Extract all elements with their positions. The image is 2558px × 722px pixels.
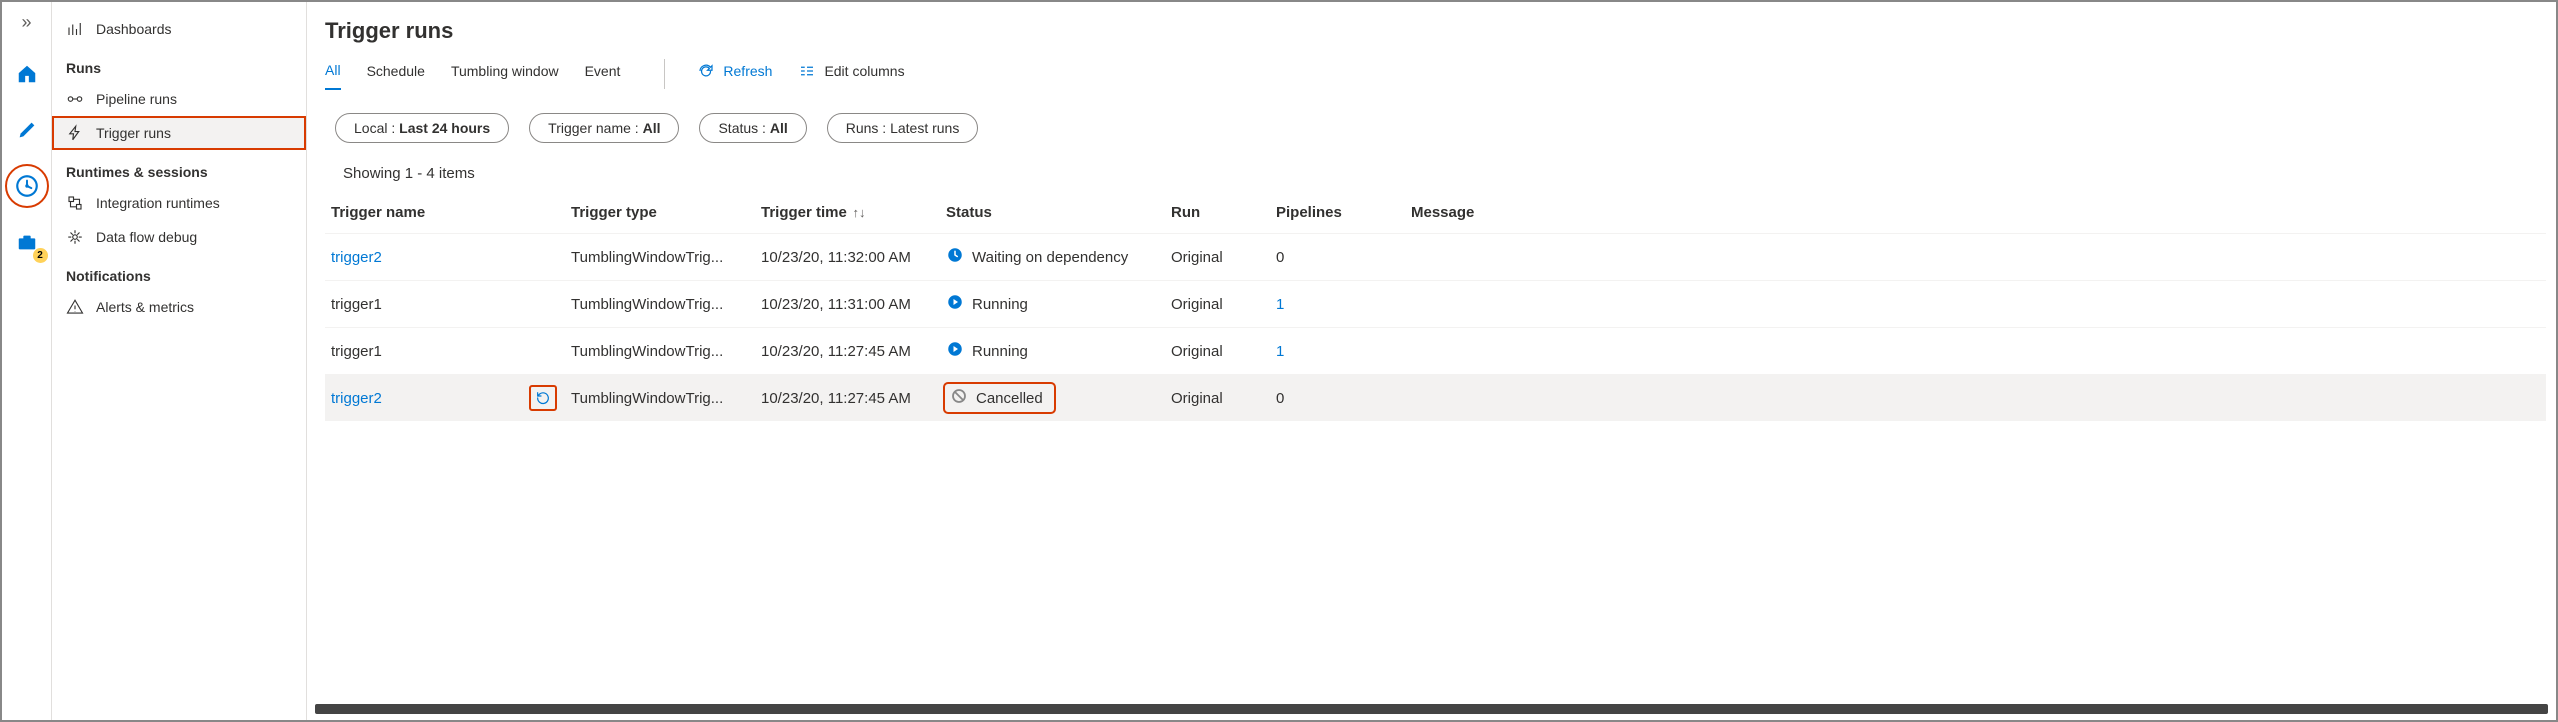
trigger-name-text: trigger1 xyxy=(331,343,382,360)
status-icon xyxy=(950,387,968,409)
page-title: Trigger runs xyxy=(325,8,2546,58)
monitor-icon[interactable] xyxy=(10,169,44,203)
pill-trigger-name[interactable]: Trigger name : All xyxy=(529,113,679,143)
sidebar-item-dataflow-debug[interactable]: Data flow debug xyxy=(52,220,306,254)
status-icon xyxy=(946,293,964,315)
status-text: Waiting on dependency xyxy=(972,249,1128,266)
trigger-time-text: 10/23/20, 11:27:45 AM xyxy=(761,343,946,360)
status-text: Running xyxy=(972,296,1028,313)
sidebar-group-notifications: Notifications xyxy=(52,254,306,290)
trigger-type-text: TumblingWindowTrig... xyxy=(571,296,761,313)
sort-icon: ↑↓ xyxy=(849,205,866,220)
col-header-type[interactable]: Trigger type xyxy=(571,204,761,221)
sidebar-item-integration-runtimes[interactable]: Integration runtimes xyxy=(52,186,306,220)
trigger-name-link[interactable]: trigger2 xyxy=(331,249,382,266)
status-cell: Cancelled xyxy=(946,385,1053,411)
trigger-name-text: trigger1 xyxy=(331,296,382,313)
pill-timerange[interactable]: Local : Last 24 hours xyxy=(335,113,509,143)
integration-icon xyxy=(66,194,84,212)
table-row[interactable]: trigger1 TumblingWindowTrig...10/23/20, 1… xyxy=(325,327,2546,374)
refresh-icon xyxy=(697,62,715,80)
pipelines-link[interactable]: 1 xyxy=(1276,343,1284,360)
run-text: Original xyxy=(1171,343,1276,360)
table-row[interactable]: trigger2 TumblingWindowTrig...10/23/20, 1… xyxy=(325,374,2546,421)
grid-header: Trigger name Trigger type Trigger time ↑… xyxy=(325,196,2546,233)
sidebar-label: Pipeline runs xyxy=(96,91,177,107)
sidebar-item-pipeline-runs[interactable]: Pipeline runs xyxy=(52,82,306,116)
rerun-button[interactable] xyxy=(529,385,557,411)
trigger-icon xyxy=(66,124,84,142)
dataflow-icon xyxy=(66,228,84,246)
sidebar-item-dashboards[interactable]: Dashboards xyxy=(52,12,306,46)
status-icon xyxy=(946,340,964,362)
edit-columns-label: Edit columns xyxy=(824,63,904,79)
tab-separator xyxy=(664,59,665,89)
trigger-type-text: TumblingWindowTrig... xyxy=(571,249,761,266)
col-header-time[interactable]: Trigger time ↑↓ xyxy=(761,204,946,221)
main-pane: Trigger runs All Schedule Tumbling windo… xyxy=(307,2,2556,720)
columns-icon xyxy=(798,62,816,80)
sidebar-item-trigger-runs[interactable]: Trigger runs xyxy=(52,116,306,150)
pill-status[interactable]: Status : All xyxy=(699,113,806,143)
filter-pills: Local : Last 24 hours Trigger name : All… xyxy=(325,91,2546,153)
trigger-time-text: 10/23/20, 11:27:45 AM xyxy=(761,390,946,407)
sidebar-group-runs: Runs xyxy=(52,46,306,82)
trigger-name-link[interactable]: trigger2 xyxy=(331,390,382,407)
manage-badge: 2 xyxy=(33,248,48,263)
status-cell: Running xyxy=(946,338,1034,364)
tab-event[interactable]: Event xyxy=(585,59,621,89)
pipelines-link[interactable]: 1 xyxy=(1276,296,1284,313)
status-text: Running xyxy=(972,343,1028,360)
run-text: Original xyxy=(1171,249,1276,266)
sidebar-label: Data flow debug xyxy=(96,229,197,245)
edit-columns-button[interactable]: Edit columns xyxy=(798,62,904,86)
alert-icon xyxy=(66,298,84,316)
trigger-time-text: 10/23/20, 11:32:00 AM xyxy=(761,249,946,266)
manage-icon[interactable]: 2 xyxy=(10,225,44,259)
col-header-message[interactable]: Message xyxy=(1411,204,2546,221)
app-root: » 2 Dashboards Runs Pipeline runs Trigge… xyxy=(2,2,2556,720)
trigger-type-text: TumblingWindowTrig... xyxy=(571,390,761,407)
expand-icon[interactable]: » xyxy=(9,10,43,35)
col-header-name[interactable]: Trigger name xyxy=(331,204,571,221)
horizontal-scrollbar[interactable] xyxy=(315,704,2548,714)
status-text: Cancelled xyxy=(976,390,1043,407)
status-icon xyxy=(946,246,964,268)
trigger-time-text: 10/23/20, 11:31:00 AM xyxy=(761,296,946,313)
result-count: Showing 1 - 4 items xyxy=(325,153,2546,196)
pipeline-icon xyxy=(66,90,84,108)
pill-runs[interactable]: Runs : Latest runs xyxy=(827,113,979,143)
sidebar-group-runtimes: Runtimes & sessions xyxy=(52,150,306,186)
tab-all[interactable]: All xyxy=(325,58,341,90)
pipelines-text: 0 xyxy=(1276,249,1284,266)
sidebar-item-alerts[interactable]: Alerts & metrics xyxy=(52,290,306,324)
sidebar-label: Alerts & metrics xyxy=(96,299,194,315)
run-text: Original xyxy=(1171,296,1276,313)
col-header-status[interactable]: Status xyxy=(946,204,1171,221)
trigger-type-text: TumblingWindowTrig... xyxy=(571,343,761,360)
tab-tumbling[interactable]: Tumbling window xyxy=(451,59,559,89)
refresh-label: Refresh xyxy=(723,63,772,79)
sidebar-label: Dashboards xyxy=(96,21,172,37)
run-text: Original xyxy=(1171,390,1276,407)
table-row[interactable]: trigger1 TumblingWindowTrig...10/23/20, 1… xyxy=(325,280,2546,327)
icon-rail: » 2 xyxy=(2,2,52,720)
sidebar: Dashboards Runs Pipeline runs Trigger ru… xyxy=(52,2,307,720)
tab-schedule[interactable]: Schedule xyxy=(367,59,425,89)
sidebar-label: Integration runtimes xyxy=(96,195,220,211)
author-icon[interactable] xyxy=(10,113,44,147)
status-cell: Waiting on dependency xyxy=(946,244,1134,270)
pipelines-text: 0 xyxy=(1276,390,1284,407)
results-grid: Trigger name Trigger type Trigger time ↑… xyxy=(325,196,2546,421)
table-row[interactable]: trigger2 TumblingWindowTrig...10/23/20, 1… xyxy=(325,233,2546,280)
col-header-pipelines[interactable]: Pipelines xyxy=(1276,204,1411,221)
col-header-run[interactable]: Run xyxy=(1171,204,1276,221)
dashboard-icon xyxy=(66,20,84,38)
sidebar-label: Trigger runs xyxy=(96,125,171,141)
status-cell: Running xyxy=(946,291,1034,317)
home-icon[interactable] xyxy=(10,57,44,91)
tabs: All Schedule Tumbling window Event Refre… xyxy=(325,58,2546,91)
refresh-button[interactable]: Refresh xyxy=(697,62,772,86)
